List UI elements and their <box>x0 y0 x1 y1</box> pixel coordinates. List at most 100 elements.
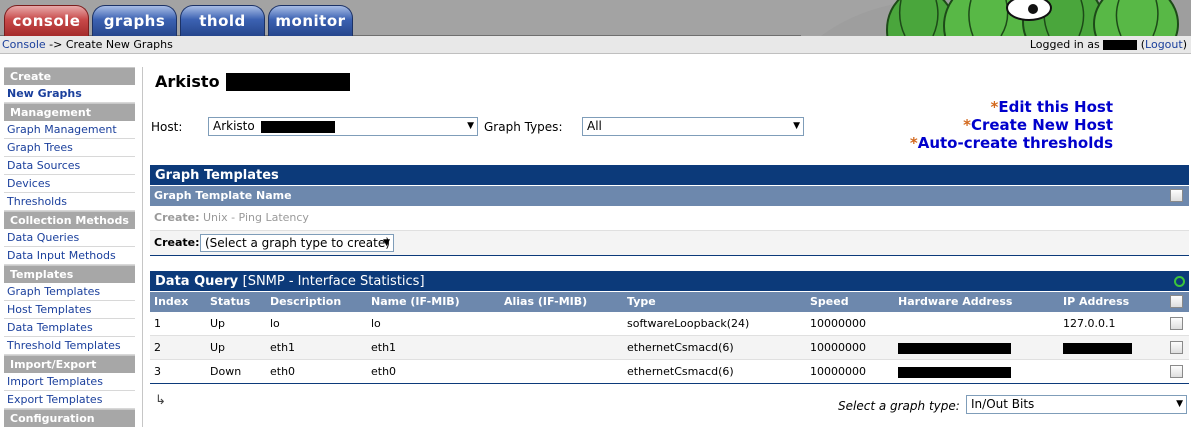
graph-type-create-select[interactable]: (Select a graph type to create) ▼ <box>200 234 394 252</box>
graph-template-ping-latency: Create: Unix - Ping Latency <box>154 211 309 224</box>
sidebar-item-thresholds[interactable]: Thresholds <box>4 193 135 211</box>
column-header-status: Status <box>210 295 251 308</box>
logout-link[interactable]: Logout <box>1145 38 1183 51</box>
sidebar-item-graph-templates[interactable]: Graph Templates <box>4 283 135 301</box>
row-status: Down <box>210 365 242 378</box>
login-prefix: Logged in as <box>1029 38 1100 51</box>
select-arrow-icon: ↳ <box>155 393 166 408</box>
select-graph-type-label: Select a graph type: <box>838 399 960 413</box>
edit-host-link[interactable]: *Edit this Host <box>883 98 1113 116</box>
column-header-hardware-address: Hardware Address <box>898 295 1013 308</box>
host-actions: *Edit this Host *Create New Host *Auto-c… <box>883 98 1113 152</box>
row-description: lo <box>270 317 280 330</box>
column-header-description: Description <box>270 295 342 308</box>
tab-monitor[interactable]: monitor <box>268 5 353 36</box>
chevron-down-icon: ▼ <box>1176 399 1183 409</box>
row-description: eth1 <box>270 341 296 354</box>
breadcrumb-separator: -> <box>49 38 63 51</box>
sidebar-item-data-sources[interactable]: Data Sources <box>4 157 135 175</box>
redacted-username <box>1103 40 1138 50</box>
graph-templates-panel: Graph Templates Graph Template Name Crea… <box>150 165 1189 256</box>
graph-types-select[interactable]: All ▼ <box>582 117 804 136</box>
sidebar-header-templates: Templates <box>4 265 135 283</box>
login-status: Logged in as (Logout) <box>1029 38 1187 51</box>
column-header-name: Name (IF-MIB) <box>371 295 460 308</box>
graph-templates-column-header: Graph Template Name <box>150 186 1189 206</box>
create-graph-type-row: Create: (Select a graph type to create) … <box>150 231 1189 256</box>
row-speed: 10000000 <box>810 341 866 354</box>
sidebar-header-create: Create <box>4 67 135 85</box>
graph-template-name-header: Graph Template Name <box>154 189 292 202</box>
tab-console[interactable]: console <box>4 5 89 36</box>
row-name: lo <box>371 317 381 330</box>
row-type: softwareLoopback(24) <box>627 317 750 330</box>
breadcrumb-console-link[interactable]: Console <box>2 38 46 51</box>
row-name: eth0 <box>371 365 397 378</box>
graph-type-select-value: In/Out Bits <box>971 397 1035 411</box>
redacted-hardware-address <box>898 336 1011 360</box>
column-header-speed: Speed <box>810 295 849 308</box>
host-select[interactable]: Arkisto ▼ <box>208 117 478 136</box>
sidebar-item-threshold-templates[interactable]: Threshold Templates <box>4 337 135 355</box>
host-label: Host: <box>151 120 183 134</box>
host-title-text: Arkisto <box>155 72 220 91</box>
host-select-value: Arkisto <box>213 119 255 133</box>
row-type: ethernetCsmacd(6) <box>627 341 734 354</box>
graph-type-select[interactable]: In/Out Bits ▼ <box>966 395 1187 414</box>
sidebar-item-data-templates[interactable]: Data Templates <box>4 319 135 337</box>
breadcrumb-current: Create New Graphs <box>65 38 173 51</box>
sidebar-item-graph-management[interactable]: Graph Management <box>4 121 135 139</box>
select-all-templates-checkbox[interactable] <box>1170 189 1183 202</box>
sidebar-item-import-templates[interactable]: Import Templates <box>4 373 135 391</box>
row-checkbox[interactable] <box>1170 317 1183 330</box>
select-all-interfaces-checkbox[interactable] <box>1170 295 1183 308</box>
sidebar: Create New Graphs Management Graph Manag… <box>0 67 143 427</box>
row-checkbox[interactable] <box>1170 341 1183 354</box>
graph-template-row: Create: Unix - Ping Latency <box>150 206 1189 231</box>
tab-graphs[interactable]: graphs <box>92 5 177 36</box>
row-speed: 10000000 <box>810 365 866 378</box>
breadcrumb: Console -> Create New Graphs Logged in a… <box>0 36 1191 54</box>
cactus-logo <box>801 0 1191 36</box>
redacted-hardware-address <box>898 360 1011 384</box>
create-label: Create: <box>154 236 200 249</box>
auto-create-thresholds-link[interactable]: *Auto-create thresholds <box>883 134 1113 152</box>
sidebar-header-management: Management <box>4 103 135 121</box>
sidebar-header-collection-methods: Collection Methods <box>4 211 135 229</box>
tab-thold[interactable]: thold <box>180 5 265 36</box>
sidebar-item-devices[interactable]: Devices <box>4 175 135 193</box>
chevron-down-icon: ▼ <box>793 121 800 131</box>
sidebar-item-export-templates[interactable]: Export Templates <box>4 391 135 409</box>
row-checkbox[interactable] <box>1170 365 1183 378</box>
redacted-hostname <box>225 72 350 91</box>
column-header-ip-address: IP Address <box>1063 295 1130 308</box>
data-query-panel: Data Query [SNMP - Interface Statistics]… <box>150 271 1189 384</box>
sidebar-item-new-graphs[interactable]: New Graphs <box>4 85 135 103</box>
sidebar-item-host-templates[interactable]: Host Templates <box>4 301 135 319</box>
table-row[interactable]: 3 Down eth0 eth0 ethernetCsmacd(6) 10000… <box>150 360 1189 384</box>
main-content: Arkisto Host: Arkisto ▼ Graph Types: All… <box>148 60 1191 427</box>
row-index: 1 <box>154 317 161 330</box>
sidebar-header-configuration: Configuration <box>4 409 135 427</box>
row-ip-address: 127.0.0.1 <box>1063 317 1116 330</box>
graph-types-label: Graph Types: <box>484 120 563 134</box>
sidebar-item-data-queries[interactable]: Data Queries <box>4 229 135 247</box>
page-title: Arkisto <box>155 72 350 92</box>
graph-type-create-select-value: (Select a graph type to create) <box>205 236 390 250</box>
data-query-title: Data Query [SNMP - Interface Statistics] <box>150 271 1189 292</box>
table-row[interactable]: 1 Up lo lo softwareLoopback(24) 10000000… <box>150 312 1189 336</box>
graph-templates-title: Graph Templates <box>150 165 1189 186</box>
row-speed: 10000000 <box>810 317 866 330</box>
data-query-subtitle: [SNMP - Interface Statistics] <box>242 274 425 289</box>
table-row[interactable]: 2 Up eth1 eth1 ethernetCsmacd(6) 1000000… <box>150 336 1189 360</box>
reload-query-icon[interactable] <box>1174 276 1185 287</box>
chevron-down-icon: ▼ <box>383 238 390 248</box>
sidebar-header-import-export: Import/Export <box>4 355 135 373</box>
row-name: eth1 <box>371 341 397 354</box>
row-type: ethernetCsmacd(6) <box>627 365 734 378</box>
create-new-host-link[interactable]: *Create New Host <box>883 116 1113 134</box>
column-header-type: Type <box>627 295 656 308</box>
sidebar-item-graph-trees[interactable]: Graph Trees <box>4 139 135 157</box>
sidebar-item-data-input-methods[interactable]: Data Input Methods <box>4 247 135 265</box>
data-query-title-text: Data Query <box>155 274 239 289</box>
